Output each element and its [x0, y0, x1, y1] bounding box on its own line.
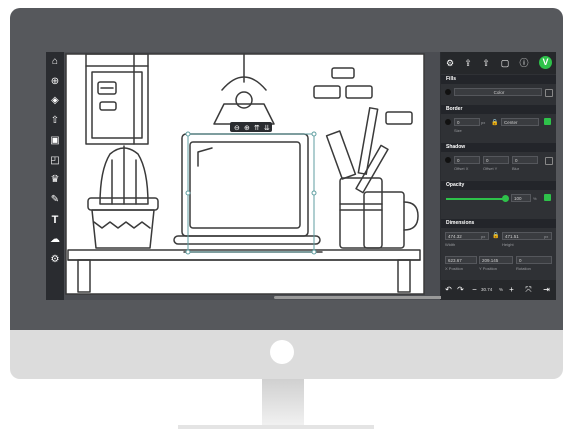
height-label: Height — [502, 242, 514, 247]
new-file-icon[interactable]: ⊕ — [49, 76, 61, 88]
rotation-label: Rotation — [516, 266, 531, 271]
rotation-input[interactable]: 0 — [516, 256, 552, 264]
opacity-slider[interactable] — [446, 198, 504, 200]
logo-icon[interactable]: V — [539, 56, 552, 69]
image-icon[interactable]: ▣ — [49, 135, 61, 147]
upload-icon[interactable]: ⇧ — [49, 115, 61, 127]
zoom-level[interactable]: 30.74 — [481, 287, 492, 292]
horizontal-scrollbar[interactable] — [274, 296, 444, 299]
monitor-logo-dot — [270, 340, 294, 364]
clipart-icon[interactable]: ♛ — [49, 174, 61, 186]
text-tool-icon[interactable]: T — [49, 214, 61, 226]
redo-icon[interactable]: ↷ — [455, 284, 466, 295]
x-position-label: X Position — [445, 266, 464, 271]
opacity-input[interactable]: 100 — [511, 194, 531, 202]
export-icon[interactable]: ⇧ — [480, 57, 492, 69]
monitor: ⌂ ⊕ ◈ ⇧ ▣ ◰ ♛ ✎ T ☁ ⚙ ⊖ ⊕ ⇈ ⇊ ⚙ ⇪ ⇧ ▢ ⓘ … — [10, 8, 563, 379]
zoom-out-icon[interactable]: − — [469, 284, 480, 295]
x-position-input[interactable]: 623.67 — [445, 256, 477, 264]
border-position-select[interactable]: Center — [501, 118, 539, 126]
shadow-x-label: Offset X — [454, 166, 469, 171]
shadow-color-swatch[interactable] — [445, 157, 451, 163]
properties-panel: ⚙ ⇪ ⇧ ▢ ⓘ V Fills Color Border 0 px 🔒 Ce… — [441, 52, 556, 300]
border-enable-checkbox[interactable] — [544, 118, 551, 125]
design-canvas[interactable]: ⊖ ⊕ ⇈ ⇊ — [64, 52, 440, 300]
shadow-y-input[interactable]: 0 — [483, 156, 509, 164]
comment-icon[interactable]: ▢ — [499, 57, 511, 69]
opacity-header: Opacity — [441, 181, 556, 190]
monitor-stand-base — [178, 425, 374, 429]
object-tool-2-icon[interactable]: ⊕ — [244, 124, 250, 132]
border-width-input[interactable]: 0 — [454, 118, 480, 126]
fills-header: Fills — [441, 75, 556, 84]
undo-icon[interactable]: ↶ — [443, 284, 454, 295]
lock-icon[interactable]: 🔒 — [491, 119, 498, 126]
shadow-blur-input[interactable]: 0 — [512, 156, 538, 164]
opacity-slider-handle[interactable] — [502, 195, 509, 202]
fill-type-select[interactable]: Color — [454, 88, 542, 96]
app-screen: ⌂ ⊕ ◈ ⇧ ▣ ◰ ♛ ✎ T ☁ ⚙ ⊖ ⊕ ⇈ ⇊ ⚙ ⇪ ⇧ ▢ ⓘ … — [46, 52, 556, 300]
zoom-unit: % — [499, 287, 504, 292]
monitor-stand-neck — [262, 379, 304, 427]
export-panel-icon[interactable]: ⇥ — [541, 284, 552, 295]
object-tool-1-icon[interactable]: ⊖ — [234, 124, 240, 132]
border-header: Border — [441, 105, 556, 114]
shadow-y-label: Offset Y — [483, 166, 498, 171]
shadow-x-input[interactable]: 0 — [454, 156, 480, 164]
object-tool-3-icon[interactable]: ⇈ — [254, 124, 260, 132]
settings-icon[interactable]: ⚙ — [49, 254, 61, 266]
shadow-enable-checkbox[interactable] — [545, 157, 553, 165]
shapes-icon[interactable]: ◰ — [49, 155, 61, 167]
shadow-blur-label: Blur — [512, 166, 520, 171]
panel-bottom-bar: ↶ ↷ − 30.74 % + ⤧ ⇥ — [441, 280, 556, 300]
y-position-label: Y Position — [479, 266, 497, 271]
fit-screen-icon[interactable]: ⤧ — [523, 284, 534, 295]
border-unit: px — [481, 120, 486, 125]
height-unit: px — [544, 234, 549, 239]
y-position-input[interactable]: 209.145 — [479, 256, 513, 264]
home-icon[interactable]: ⌂ — [49, 56, 61, 68]
opacity-unit: % — [533, 196, 537, 201]
layers-icon[interactable]: ◈ — [49, 95, 61, 107]
border-color-swatch[interactable] — [445, 119, 451, 125]
opacity-enable-checkbox[interactable] — [544, 194, 551, 201]
width-unit: px — [481, 234, 486, 239]
upload-arrow-icon[interactable]: ⇪ — [462, 57, 474, 69]
panel-toolbar: ⚙ ⇪ ⇧ ▢ ⓘ V — [441, 52, 556, 74]
zoom-in-icon[interactable]: + — [506, 284, 517, 295]
dimensions-header: Dimensions — [441, 219, 556, 228]
fill-color-swatch[interactable] — [445, 89, 451, 95]
border-size-label: Size — [454, 128, 462, 133]
shadow-header: Shadow — [441, 143, 556, 152]
info-icon[interactable]: ⓘ — [518, 57, 530, 69]
aspect-lock-icon[interactable]: 🔒 — [492, 232, 499, 239]
fill-enable-checkbox[interactable] — [545, 89, 553, 97]
cloud-icon[interactable]: ☁ — [49, 234, 61, 246]
width-label: Width — [445, 242, 456, 247]
settings-gear-icon[interactable]: ⚙ — [444, 57, 456, 69]
pen-icon[interactable]: ✎ — [49, 194, 61, 206]
left-toolbar: ⌂ ⊕ ◈ ⇧ ▣ ◰ ♛ ✎ T ☁ ⚙ — [46, 52, 64, 300]
object-toolbar: ⊖ ⊕ ⇈ ⇊ — [230, 122, 272, 132]
object-tool-4-icon[interactable]: ⇊ — [264, 124, 270, 132]
canvas-area[interactable]: ⊖ ⊕ ⇈ ⇊ — [64, 52, 444, 300]
